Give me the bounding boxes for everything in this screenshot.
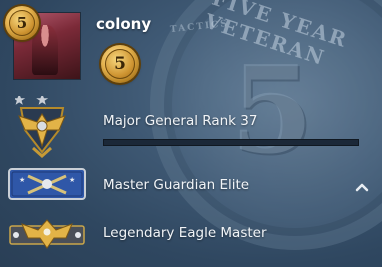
service-coin-large-icon[interactable]: 5 [101, 45, 139, 83]
rank-label-legendary-eagle-master: Legendary Eagle Master [103, 225, 267, 241]
svg-text:★: ★ [69, 176, 75, 184]
svg-text:★: ★ [19, 176, 25, 184]
major-general-eagle-icon [15, 96, 66, 158]
coin-level-small: 5 [9, 10, 35, 36]
player-name: colony [96, 15, 152, 33]
rank-progress-bar [103, 139, 359, 146]
coin-level-large: 5 [105, 49, 135, 79]
rank-label-master-guardian-elite: Master Guardian Elite [103, 177, 250, 193]
chevron-up-icon[interactable] [354, 181, 370, 193]
legendary-eagle-master-icon [9, 219, 85, 249]
master-guardian-elite-icon: ★ ★ [8, 168, 86, 200]
service-coin-small-icon: 5 [5, 6, 39, 40]
rank-label-major-general: Major General Rank 37 [103, 113, 258, 129]
